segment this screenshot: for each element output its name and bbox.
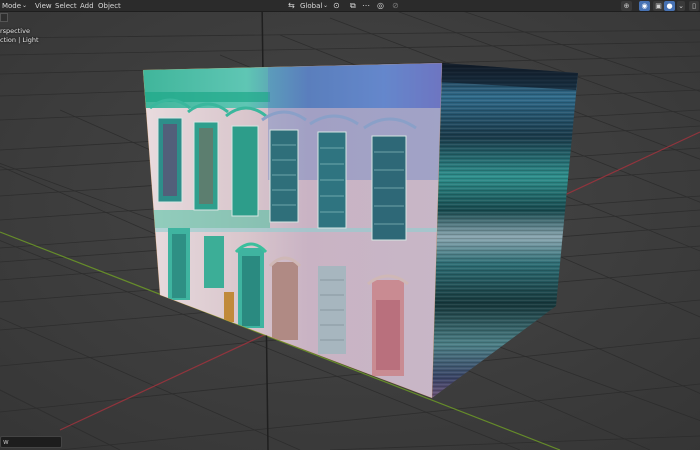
snap-options-icon[interactable]: ⋯ — [362, 0, 370, 12]
proportional-options-icon[interactable]: ⊘ — [392, 0, 399, 12]
tool-settings-toggle[interactable] — [0, 13, 8, 22]
viewport-header: t Mode ⌄ View Select Add Object ⇆ Global… — [0, 0, 700, 12]
pivot-icon[interactable]: ⊙ — [333, 0, 340, 12]
chevron-down-icon: ⌄ — [323, 2, 329, 9]
overlay-icon[interactable]: ◉ — [639, 1, 650, 11]
snap-icon[interactable]: ⧉ — [350, 0, 356, 12]
menu-add[interactable]: Add — [80, 0, 94, 12]
view-perspective-label: erspective — [0, 27, 30, 35]
gizmo-icon[interactable]: ⊕ — [621, 1, 632, 11]
mode-chevron-icon: ⌄ — [22, 2, 28, 9]
shading-options-icon[interactable]: ⌄ — [677, 1, 685, 11]
transform-orientation-dropdown[interactable]: Global — [300, 0, 322, 12]
mode-selector[interactable]: t Mode — [0, 0, 21, 12]
transform-icon: ⇆ — [288, 1, 295, 10]
menu-view[interactable]: View — [35, 0, 52, 12]
xray-icon[interactable]: ▣ — [653, 1, 664, 11]
menu-object[interactable]: Object — [98, 0, 121, 12]
proportional-icon[interactable]: ◎ — [377, 0, 384, 12]
status-input[interactable]: w — [0, 436, 62, 448]
shading-icon[interactable]: ● — [664, 1, 675, 11]
3d-viewport[interactable] — [0, 0, 700, 450]
menu-select[interactable]: Select — [55, 0, 77, 12]
sidebar-toggle-icon[interactable]: ▯ — [689, 1, 699, 11]
view-collection-label: ection | Light — [0, 36, 39, 44]
